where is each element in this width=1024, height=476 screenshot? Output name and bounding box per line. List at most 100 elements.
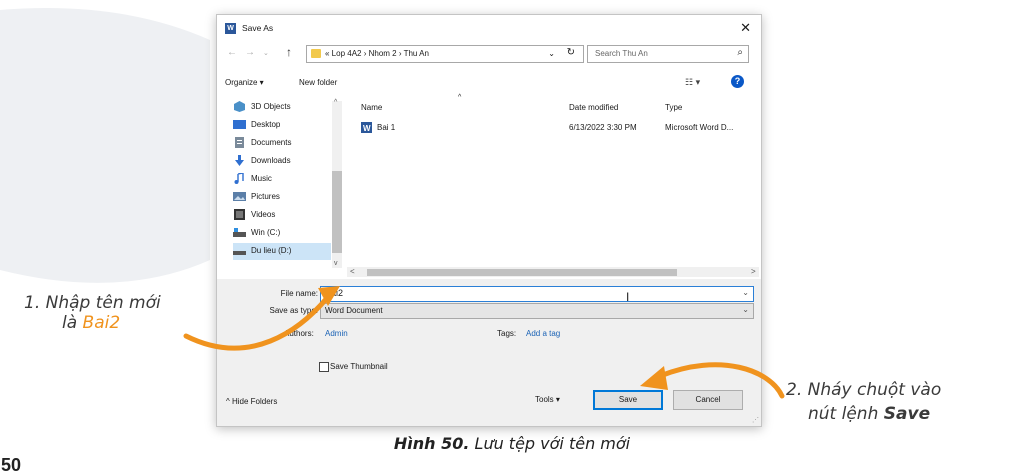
forward-arrow-icon[interactable]: → [245, 47, 255, 58]
sidebar-item-du-lieu-d[interactable]: Du lieu (D:) [233, 243, 331, 260]
save-thumbnail-checkbox[interactable] [319, 362, 329, 372]
file-name-cell: Bai 1 [377, 123, 396, 132]
caption-text: Lưu tệp với tên mới [469, 434, 631, 453]
step2-callout: 2. Nháy chuột vào nút lệnh Save [786, 378, 941, 426]
address-path[interactable]: « Lop 4A2 › Nhom 2 › Thu An [325, 49, 429, 58]
cancel-button[interactable]: Cancel [673, 390, 743, 410]
folder-icon [311, 49, 321, 58]
resize-grip-icon[interactable]: ⋰ [752, 416, 759, 424]
save-as-dialog: W Save As ✕ ← → ⌄ ↑ « Lop 4A2 › Nhom 2 ›… [216, 14, 762, 427]
file-list: Name ^ Date modified Type W Bai 1 6/13/2… [347, 94, 759, 269]
step2-bold: Save [883, 404, 931, 424]
step2-line1: 2. Nháy chuột vào [786, 380, 942, 400]
dialog-title: Save As [242, 23, 274, 33]
authors-value[interactable]: Admin [325, 329, 348, 338]
sort-indicator-icon: ^ [458, 94, 462, 101]
save-as-type-value[interactable]: Word Document [325, 306, 383, 315]
address-bar[interactable]: « Lop 4A2 › Nhom 2 › Thu An ⌄ ↻ [306, 45, 584, 63]
organize-button[interactable]: Organize ▾ [225, 78, 264, 87]
file-name-label: File name: [280, 289, 318, 298]
drive-icon [233, 251, 246, 255]
sidebar-item-label: 3D Objects [251, 102, 291, 111]
page-number: 50 [1, 455, 22, 475]
step1-line2: là Bai2 [24, 313, 161, 333]
scroll-down-icon[interactable]: v [334, 260, 338, 267]
close-icon[interactable]: ✕ [740, 20, 751, 36]
chevron-down-icon[interactable]: ⌄ [742, 288, 749, 297]
tools-button[interactable]: Tools ▾ [535, 395, 560, 404]
sidebar-item-label: Music [251, 174, 272, 183]
download-icon [235, 155, 244, 166]
save-thumbnail-label: Save Thumbnail [330, 362, 388, 371]
sidebar-item-downloads[interactable]: Downloads [233, 153, 331, 170]
table-row[interactable]: W Bai 1 6/13/2022 3:30 PM Microsoft Word… [353, 119, 753, 137]
sidebar-item-label: Pictures [251, 192, 280, 201]
svg-text:W: W [363, 124, 371, 133]
search-icon[interactable]: ⌕ [737, 47, 743, 58]
word-file-icon: W [361, 122, 372, 133]
decorative-background [0, 8, 210, 283]
column-header-name[interactable]: Name [361, 103, 382, 112]
sidebar-item-pictures[interactable]: Pictures [233, 189, 331, 206]
navigation-bar: ← → ⌄ ↑ « Lop 4A2 › Nhom 2 › Thu An ⌄ ↻ … [217, 43, 761, 65]
nav-pane-scrollbar-thumb[interactable] [332, 171, 342, 253]
sidebar-item-music[interactable]: Music [233, 171, 331, 188]
music-icon [234, 173, 244, 184]
sidebar-item-label: Desktop [251, 120, 281, 129]
save-options-panel: File name: Bai2 ⌄ Save as type: Word Doc… [217, 279, 761, 426]
step1-line1: 1. Nhập tên mới [24, 293, 161, 313]
sidebar-item-3d-objects[interactable]: 3D Objects [233, 99, 331, 116]
command-bar: Organize ▾ New folder ☷ ▾ ? [217, 69, 761, 91]
navigation-pane: 3D Objects Desktop Documents Downloads M… [225, 97, 343, 269]
chevron-down-icon[interactable]: ⌄ [742, 305, 749, 314]
sidebar-item-label: Downloads [251, 156, 291, 165]
videos-icon [234, 209, 245, 220]
save-as-type-label: Save as type: [269, 306, 318, 315]
pictures-icon [233, 192, 246, 201]
refresh-icon[interactable]: ↻ [567, 47, 575, 58]
up-arrow-icon[interactable]: ↑ [286, 45, 292, 59]
column-header-type[interactable]: Type [665, 103, 682, 112]
documents-icon [235, 137, 244, 148]
hide-folders-button[interactable]: ^ Hide Folders [226, 397, 277, 406]
cube-icon [234, 101, 245, 112]
sidebar-item-label: Du lieu (D:) [251, 246, 292, 255]
save-button[interactable]: Save [593, 390, 663, 410]
step1-callout: 1. Nhập tên mới là Bai2 [24, 293, 161, 333]
title-bar: W Save As ✕ [217, 15, 761, 41]
sidebar-item-win-c[interactable]: Win (C:) [233, 225, 331, 242]
column-header-date[interactable]: Date modified [569, 103, 618, 112]
help-icon[interactable]: ? [731, 75, 744, 88]
view-options-icon[interactable]: ☷ ▾ [685, 77, 700, 88]
sidebar-item-label: Videos [251, 210, 276, 219]
address-dropdown-icon[interactable]: ⌄ [548, 49, 555, 58]
caption-label: Hình 50. [393, 434, 470, 453]
tags-value[interactable]: Add a tag [526, 329, 560, 338]
text-cursor-icon: I [626, 290, 630, 304]
file-list-hscrollbar-thumb[interactable] [367, 269, 677, 276]
step2-line2: nút lệnh Save [786, 402, 941, 426]
figure-caption: Hình 50. Lưu tệp với tên mới [0, 434, 1024, 453]
tags-label: Tags: [497, 329, 517, 338]
new-folder-button[interactable]: New folder [299, 78, 337, 87]
sidebar-item-desktop[interactable]: Desktop [233, 117, 331, 134]
file-type-cell: Microsoft Word D... [665, 123, 734, 132]
sidebar-item-videos[interactable]: Videos [233, 207, 331, 224]
file-name-field[interactable]: Bai2 ⌄ [320, 286, 754, 302]
search-input[interactable]: Search Thu An ⌕ [587, 45, 749, 63]
scroll-right-icon[interactable]: > [751, 267, 756, 276]
recent-dropdown-icon[interactable]: ⌄ [263, 49, 269, 57]
sidebar-item-label: Win (C:) [251, 228, 281, 237]
step2-prefix: nút lệnh [808, 404, 884, 424]
scroll-up-icon[interactable]: ^ [334, 99, 337, 106]
save-as-type-select[interactable]: Word Document ⌄ [320, 303, 754, 319]
authors-label: Authors: [284, 329, 314, 338]
step1-prefix: là [62, 313, 83, 333]
back-arrow-icon[interactable]: ← [227, 47, 237, 58]
scroll-left-icon[interactable]: < [350, 267, 355, 276]
file-name-value[interactable]: Bai2 [325, 288, 343, 298]
search-placeholder: Search Thu An [595, 49, 648, 58]
step1-highlight: Bai2 [82, 313, 121, 333]
sidebar-item-documents[interactable]: Documents [233, 135, 331, 152]
drive-icon [233, 228, 246, 237]
